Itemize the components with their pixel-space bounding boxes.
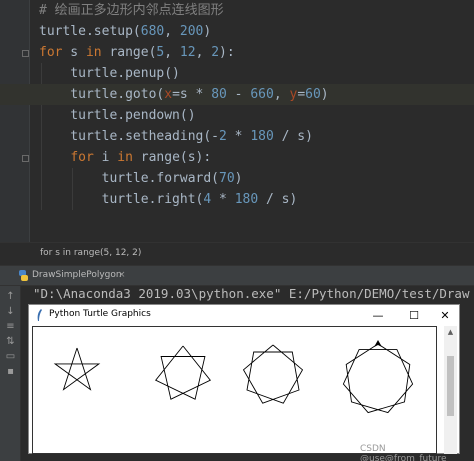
code-token: turtle.setheading(- xyxy=(39,129,220,144)
arrow-up-icon[interactable]: ↑ xyxy=(4,290,17,303)
python-run-icon xyxy=(19,270,28,281)
code-token: turtle.penup() xyxy=(39,66,180,81)
code-token: 2 xyxy=(219,129,227,144)
code-line[interactable]: turtle.setheading(-2 * 180 / s) xyxy=(0,126,474,147)
code-token: ) xyxy=(234,171,243,186)
code-line[interactable]: turtle.pendown() xyxy=(0,105,474,126)
star-polygon xyxy=(53,347,101,391)
code-token: 660 xyxy=(250,87,274,102)
watermark: CSDN @use@from_future xyxy=(360,444,447,461)
code-text: for s in range(5, 12, 2): xyxy=(39,42,235,63)
code-line[interactable]: turtle.setup(680, 200) xyxy=(0,21,474,42)
run-tab-label[interactable]: DrawSimplePolygon xyxy=(32,270,122,280)
code-token: , xyxy=(164,45,180,60)
code-line[interactable]: # 绘画正多边形内邻点连线图形 xyxy=(0,0,474,21)
code-editor[interactable]: # 绘画正多边形内邻点连线图形 turtle.setup(680, 200) for… xyxy=(0,0,474,242)
code-line[interactable]: turtle.penup() xyxy=(0,63,474,84)
code-token: in xyxy=(85,45,102,60)
scroll-up-icon[interactable]: ▲ xyxy=(444,326,457,338)
code-token: s xyxy=(62,45,86,60)
sort-icon[interactable]: ⇅ xyxy=(4,335,17,348)
code-text: for i in range(s): xyxy=(39,147,211,168)
code-text: # 绘画正多边形内邻点连线图形 xyxy=(39,0,224,21)
code-token: 60 xyxy=(305,87,321,102)
trash-icon[interactable]: ▪ xyxy=(4,365,17,378)
code-token: range( xyxy=(101,45,157,60)
code-token: for xyxy=(39,45,63,60)
code-text: turtle.setup(680, 200) xyxy=(39,21,211,42)
code-line[interactable]: turtle.right(4 * 180 / s) xyxy=(0,189,474,210)
soft-wrap-icon[interactable]: ≡ xyxy=(4,320,17,333)
code-text: turtle.setheading(-2 * 180 / s) xyxy=(39,126,313,147)
feather-icon xyxy=(37,309,42,321)
code-token: 70 xyxy=(219,171,235,186)
turtle-canvas[interactable] xyxy=(32,326,437,454)
code-token: ) xyxy=(203,24,212,39)
code-token: turtle.setup( xyxy=(39,24,141,39)
star-polygon xyxy=(342,343,414,414)
code-text: turtle.pendown() xyxy=(39,105,196,126)
code-token: ) xyxy=(320,87,329,102)
code-text: turtle.goto(x=s * 80 - 660, y=60) xyxy=(39,84,329,105)
close-button[interactable]: ✕ xyxy=(432,306,458,324)
print-icon[interactable]: ▭ xyxy=(4,350,17,363)
code-token: turtle.goto( xyxy=(39,87,165,102)
code-token: x xyxy=(164,87,173,102)
code-token: 180 xyxy=(250,129,274,144)
code-token: i xyxy=(93,150,118,165)
code-token: 80 xyxy=(211,87,227,102)
close-icon[interactable]: × xyxy=(118,270,126,280)
arrow-down-icon[interactable]: ↓ xyxy=(4,305,17,318)
star-polygon xyxy=(242,344,304,404)
code-token: 200 xyxy=(179,24,204,39)
breadcrumb[interactable]: for s in range(5, 12, 2) xyxy=(0,242,474,265)
maximize-button[interactable]: ☐ xyxy=(401,306,427,324)
code-text: turtle.right(4 * 180 / s) xyxy=(39,189,298,210)
code-token: - xyxy=(226,87,251,102)
code-line[interactable]: turtle.forward(70) xyxy=(0,168,474,189)
code-token: turtle.right( xyxy=(39,192,204,207)
code-token: range(s): xyxy=(132,150,212,165)
code-token: , xyxy=(164,24,180,39)
code-token: for xyxy=(70,150,94,165)
code-token: =s * xyxy=(172,87,212,102)
code-token: 2 xyxy=(211,45,220,60)
code-token: turtle.forward( xyxy=(39,171,220,186)
code-line[interactable]: for s in range(5, 12, 2): xyxy=(0,42,474,63)
code-token: 12 xyxy=(179,45,196,60)
console-command-line: "D:\Anaconda3 2019.03\python.exe" E:/Pyt… xyxy=(33,286,470,301)
minimize-button[interactable]: — xyxy=(365,306,391,324)
breadcrumb-text[interactable]: for s in range(5, 12, 2) xyxy=(40,248,141,258)
code-token: # 绘画正多边形内邻点连线图形 xyxy=(39,3,224,18)
code-token: in xyxy=(117,150,133,165)
code-token: turtle.pendown() xyxy=(39,108,196,123)
code-token: ): xyxy=(219,45,235,60)
vertical-scrollbar[interactable]: ▲ xyxy=(444,326,457,454)
code-text: turtle.penup() xyxy=(39,63,180,84)
turtle-cursor-icon xyxy=(374,340,382,347)
scrollbar-thumb[interactable] xyxy=(447,356,454,416)
star-polygon xyxy=(154,345,212,400)
turtle-graphics-window[interactable]: Python Turtle Graphics — ☐ ✕ ▲ xyxy=(28,304,460,454)
run-tab-bar: DrawSimplePolygon × xyxy=(0,265,474,286)
code-token: * xyxy=(226,129,251,144)
code-token: / s) xyxy=(258,192,298,207)
code-token: , xyxy=(195,45,212,60)
code-line[interactable]: for i in range(s): xyxy=(0,147,474,168)
window-titlebar[interactable]: Python Turtle Graphics — ☐ ✕ xyxy=(29,305,459,325)
code-text: turtle.forward(70) xyxy=(39,168,243,189)
code-token: = xyxy=(297,87,306,102)
code-token: / s) xyxy=(273,129,313,144)
code-token: 180 xyxy=(234,192,259,207)
turtle-drawing xyxy=(53,340,414,414)
window-title: Python Turtle Graphics xyxy=(49,309,151,319)
code-token: 680 xyxy=(140,24,165,39)
code-token: , xyxy=(273,87,290,102)
code-token: * xyxy=(211,192,235,207)
code-line[interactable]: turtle.goto(x=s * 80 - 660, y=60) xyxy=(0,84,474,105)
run-toolbar: ↑ ↓ ≡ ⇅ ▭ ▪ xyxy=(0,286,21,461)
